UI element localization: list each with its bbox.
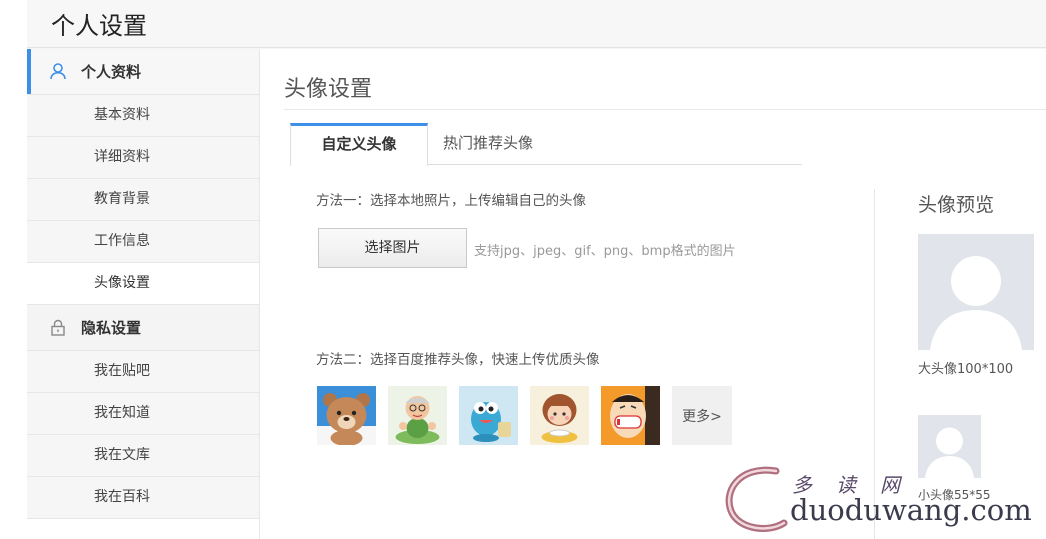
sidebar-item-work-info[interactable]: 工作信息 xyxy=(27,221,259,263)
site-watermark: 多读网 duoduwang.com xyxy=(718,463,1046,539)
method-two-text: 方法二：选择百度推荐头像，快速上传优质头像 xyxy=(316,352,600,368)
section-title: 头像设置 xyxy=(284,77,373,102)
left-rail xyxy=(0,0,27,539)
sidebar-item-education[interactable]: 教育背景 xyxy=(27,179,259,221)
big-avatar-label: 大头像100*100 xyxy=(918,362,1014,377)
preview-title: 头像预览 xyxy=(918,194,995,216)
sidebar-section-label: 隐私设置 xyxy=(81,319,142,337)
page-title: 个人设置 xyxy=(51,12,147,40)
title-divider xyxy=(284,109,1046,110)
more-avatars-button[interactable]: 更多> xyxy=(672,386,732,445)
format-hint: 支持jpg、jpeg、gif、png、bmp格式的图片 xyxy=(474,244,736,259)
sidebar-item-baike[interactable]: 我在百科 xyxy=(27,477,259,519)
sidebar-item-basic-info[interactable]: 基本资料 xyxy=(27,95,259,137)
bear-avatar[interactable] xyxy=(317,386,376,445)
watermark-domain: duoduwang.com xyxy=(790,493,1032,527)
sidebar-item-avatar-settings[interactable]: 头像设置 xyxy=(27,263,259,305)
sidebar-section-label: 个人资料 xyxy=(81,63,142,81)
user-icon xyxy=(49,63,67,81)
sidebar-section-privacy[interactable]: 隐私设置 xyxy=(27,305,259,351)
avatar-tabs: 自定义头像 热门推荐头像 xyxy=(290,123,802,166)
lock-icon xyxy=(49,319,67,337)
old-man-avatar[interactable] xyxy=(388,386,447,445)
tab-popular-avatars[interactable]: 热门推荐头像 xyxy=(428,123,548,165)
default-avatar-icon xyxy=(918,234,1034,350)
tab-custom-avatar[interactable]: 自定义头像 xyxy=(290,123,428,166)
select-image-button[interactable]: 选择图片 xyxy=(318,228,467,268)
recommended-avatars: 更多> xyxy=(317,386,732,446)
sidebar-item-tieba[interactable]: 我在贴吧 xyxy=(27,351,259,393)
girl-avatar[interactable] xyxy=(530,386,589,445)
sidebar-item-zhidao[interactable]: 我在知道 xyxy=(27,393,259,435)
blue-fish-avatar[interactable] xyxy=(459,386,518,445)
method-one-text: 方法一：选择本地照片，上传编辑自己的头像 xyxy=(316,193,586,209)
smiling-man-avatar[interactable] xyxy=(601,386,660,445)
big-avatar-preview xyxy=(918,234,1034,350)
sidebar: 个人资料 基本资料 详细资料 教育背景 工作信息 头像设置 隐私设置 我在贴吧 … xyxy=(27,49,260,539)
page-header: 个人设置 xyxy=(27,0,1046,48)
sidebar-item-detailed-info[interactable]: 详细资料 xyxy=(27,137,259,179)
settings-page: 个人设置 个人资料 基本资料 详细资料 教育背景 工作信息 头像设置 隐私设置 … xyxy=(0,0,1046,539)
sidebar-item-wenku[interactable]: 我在文库 xyxy=(27,435,259,477)
sidebar-section-profile[interactable]: 个人资料 xyxy=(27,49,259,95)
